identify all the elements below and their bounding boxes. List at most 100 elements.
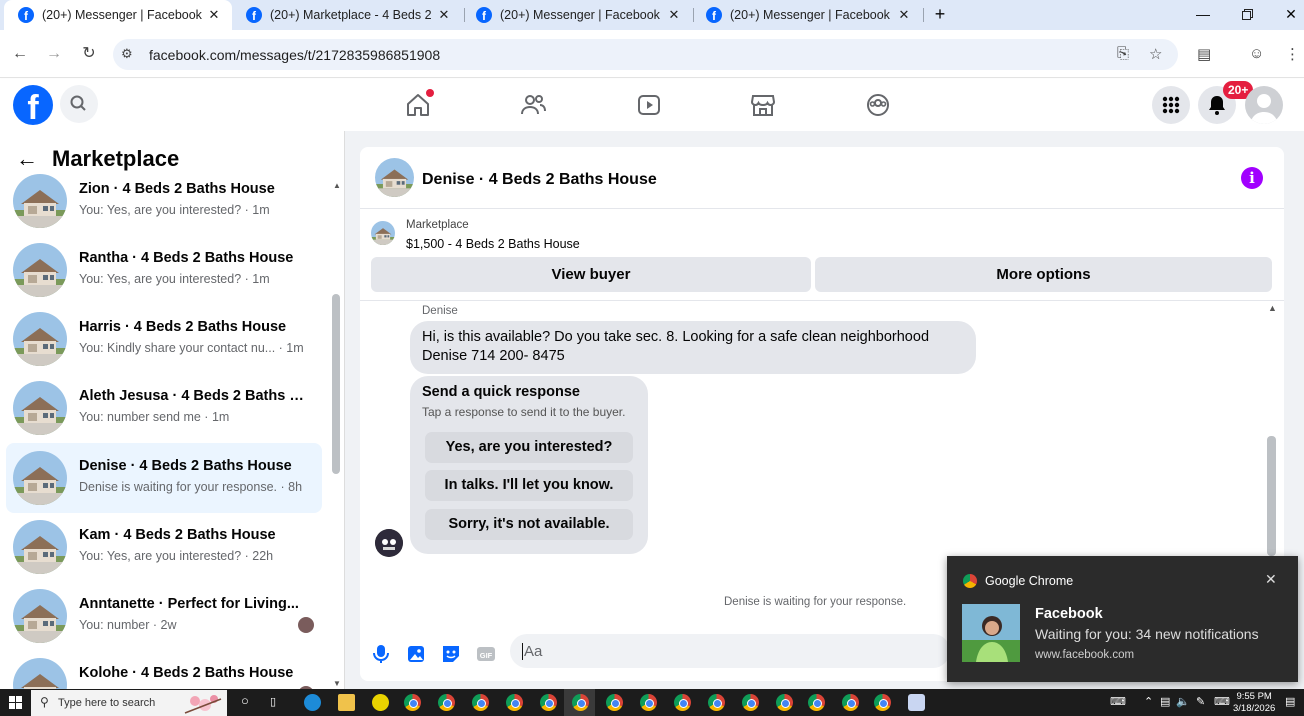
groups-icon[interactable] bbox=[864, 91, 892, 119]
conversation-thumbnail bbox=[13, 312, 67, 366]
notification-close-icon[interactable]: ✕ bbox=[1265, 571, 1277, 588]
edge-icon[interactable] bbox=[304, 694, 321, 711]
chrome-taskbar-icon[interactable] bbox=[540, 694, 557, 711]
chrome-taskbar-icon[interactable] bbox=[742, 694, 759, 711]
sidebar-conversation[interactable]: Rantha · 4 Beds 2 Baths House You: Yes, a… bbox=[6, 235, 322, 305]
quick-response-option[interactable]: Sorry, it's not available. bbox=[425, 509, 633, 540]
input-keyboard-icon[interactable]: ⌨ bbox=[1214, 695, 1230, 708]
account-avatar[interactable] bbox=[1245, 86, 1283, 124]
task-view-icon[interactable]: ▯ bbox=[270, 695, 276, 708]
chat-title[interactable]: Denise · 4 Beds 2 Baths House bbox=[422, 171, 657, 189]
house-photo bbox=[375, 158, 414, 197]
sidebar-conversation[interactable]: Aleth Jesusa · 4 Beds 2 Baths Ho... You: … bbox=[6, 373, 322, 443]
app-icon[interactable] bbox=[372, 694, 389, 711]
gif-icon[interactable]: GIF bbox=[475, 643, 497, 665]
chrome-notification-toast[interactable]: Google Chrome ✕ Facebook Waiting for you… bbox=[947, 556, 1298, 682]
browser-tab-4[interactable]: f (20+) Messenger | Facebook ✕ bbox=[692, 0, 922, 30]
house-photo bbox=[371, 221, 395, 245]
sidebar-conversation[interactable]: Kolohe · 4 Beds 2 Baths House bbox=[6, 650, 322, 689]
chrome-taskbar-icon[interactable] bbox=[506, 694, 523, 711]
minimize-icon[interactable]: — bbox=[1180, 0, 1226, 30]
sidebar-conversation[interactable]: Kam · 4 Beds 2 Baths House You: Yes, are … bbox=[6, 512, 322, 582]
video-icon[interactable] bbox=[635, 91, 663, 119]
chat-scrollbar[interactable] bbox=[1267, 436, 1276, 556]
sidebar-scrollbar[interactable] bbox=[332, 294, 340, 474]
message-input[interactable]: Aa bbox=[510, 634, 950, 668]
sticker-icon[interactable] bbox=[440, 643, 462, 665]
chrome-taskbar-icon[interactable] bbox=[874, 694, 891, 711]
browser-tab-3[interactable]: f (20+) Messenger | Facebook ✕ bbox=[462, 0, 692, 30]
chrome-taskbar-icon[interactable] bbox=[472, 694, 489, 711]
cortana-circle-icon[interactable]: ○ bbox=[241, 693, 249, 708]
chrome-taskbar-icon[interactable] bbox=[640, 694, 657, 711]
conversation-title: Anntanette · Perfect for Living... bbox=[79, 596, 299, 612]
bookmark-star-icon[interactable]: ☆ bbox=[1149, 45, 1162, 63]
info-icon[interactable]: i bbox=[1241, 167, 1263, 189]
forward-arrow-icon[interactable]: → bbox=[42, 42, 66, 66]
sidebar-conversation[interactable]: Anntanette · Perfect for Living... You: n… bbox=[6, 581, 322, 651]
app-icon[interactable] bbox=[908, 694, 925, 711]
chrome-taskbar-icon[interactable] bbox=[776, 694, 793, 711]
new-tab-button[interactable]: + bbox=[930, 4, 950, 24]
profile-icon[interactable]: ☺ bbox=[1249, 45, 1264, 62]
sidebar-conversation[interactable]: Denise · 4 Beds 2 Baths House Denise is w… bbox=[6, 443, 322, 513]
system-tray-chevron-icon[interactable]: ⌃ bbox=[1144, 695, 1153, 708]
tab-close-icon[interactable]: ✕ bbox=[434, 7, 454, 23]
scroll-up-arrow-icon[interactable]: ▲ bbox=[333, 181, 341, 190]
reload-icon[interactable]: ↻ bbox=[77, 42, 101, 66]
friends-icon[interactable] bbox=[519, 91, 547, 119]
file-explorer-icon[interactable] bbox=[338, 694, 355, 711]
tab-title: (20+) Messenger | Facebook bbox=[730, 8, 890, 22]
volume-icon[interactable]: 🔈 bbox=[1176, 695, 1190, 708]
more-options-button[interactable]: More options bbox=[815, 257, 1272, 292]
site-settings-icon[interactable]: ⚙ bbox=[121, 46, 133, 62]
chrome-taskbar-icon[interactable] bbox=[438, 694, 455, 711]
avatar-image bbox=[375, 529, 403, 557]
sidebar-conversation[interactable]: Harris · 4 Beds 2 Baths House You: Kindly… bbox=[6, 304, 322, 374]
chrome-taskbar-icon[interactable] bbox=[708, 694, 725, 711]
view-buyer-button[interactable]: View buyer bbox=[371, 257, 811, 292]
windows-start-icon[interactable] bbox=[9, 696, 22, 709]
chrome-taskbar-icon[interactable] bbox=[606, 694, 623, 711]
taskbar-search-box[interactable]: ⚲ Type here to search bbox=[31, 690, 227, 716]
search-button[interactable] bbox=[60, 85, 98, 123]
chrome-taskbar-icon[interactable] bbox=[842, 694, 859, 711]
close-window-icon[interactable]: ✕ bbox=[1268, 0, 1304, 30]
listing-small-thumbnail bbox=[371, 221, 395, 245]
address-bar[interactable]: ⚙ facebook.com/messages/t/21728359868519… bbox=[113, 39, 1178, 70]
taskbar-clock[interactable]: 9:55 PM 3/18/2026 bbox=[1233, 691, 1275, 715]
pen-icon[interactable]: ✎ bbox=[1196, 695, 1205, 708]
tab-close-icon[interactable]: ✕ bbox=[894, 7, 914, 23]
menu-kebab-icon[interactable]: ⋮ bbox=[1285, 45, 1300, 63]
browser-toolbar: ← → ↻ ⚙ facebook.com/messages/t/21728359… bbox=[0, 30, 1304, 78]
tab-search-icon[interactable]: ▤ bbox=[1197, 45, 1211, 63]
quick-response-option[interactable]: In talks. I'll let you know. bbox=[425, 470, 633, 501]
tab-close-icon[interactable]: ✕ bbox=[204, 7, 224, 23]
microphone-icon[interactable] bbox=[370, 643, 392, 665]
scroll-up-arrow-icon[interactable]: ▲ bbox=[1268, 303, 1277, 313]
menu-grid-button[interactable] bbox=[1152, 86, 1190, 124]
facebook-logo-icon[interactable]: f bbox=[13, 85, 53, 125]
chrome-taskbar-icon[interactable] bbox=[808, 694, 825, 711]
keyboard-icon[interactable]: ⌨ bbox=[1110, 695, 1126, 708]
sidebar-conversation[interactable]: Zion · 4 Beds 2 Baths House You: Yes, are… bbox=[6, 166, 322, 236]
chrome-taskbar-icon[interactable] bbox=[404, 694, 421, 711]
listing-thumbnail[interactable] bbox=[375, 158, 414, 197]
photo-icon[interactable] bbox=[405, 643, 427, 665]
scroll-down-arrow-icon[interactable]: ▼ bbox=[333, 679, 341, 688]
back-arrow-icon[interactable]: ← bbox=[8, 42, 32, 66]
conversation-title: Denise · 4 Beds 2 Baths House bbox=[79, 458, 292, 474]
network-icon[interactable]: ▤ bbox=[1160, 695, 1170, 708]
chrome-taskbar-icon[interactable] bbox=[572, 694, 589, 711]
chrome-taskbar-icon[interactable] bbox=[674, 694, 691, 711]
house-photo bbox=[13, 589, 67, 643]
install-app-icon[interactable]: ⎘ bbox=[1117, 45, 1129, 62]
restore-icon[interactable] bbox=[1224, 0, 1270, 30]
waiting-status: Denise is waiting for your response. bbox=[724, 596, 907, 608]
browser-tab-2[interactable]: f (20+) Marketplace - 4 Beds 2 Ba ✕ bbox=[232, 0, 462, 30]
marketplace-icon[interactable] bbox=[749, 91, 777, 119]
tab-close-icon[interactable]: ✕ bbox=[664, 7, 684, 23]
browser-tab-1[interactable]: f (20+) Messenger | Facebook ✕ bbox=[4, 0, 232, 30]
notification-center-icon[interactable]: ▤ bbox=[1285, 695, 1295, 708]
quick-response-option[interactable]: Yes, are you interested? bbox=[425, 432, 633, 463]
